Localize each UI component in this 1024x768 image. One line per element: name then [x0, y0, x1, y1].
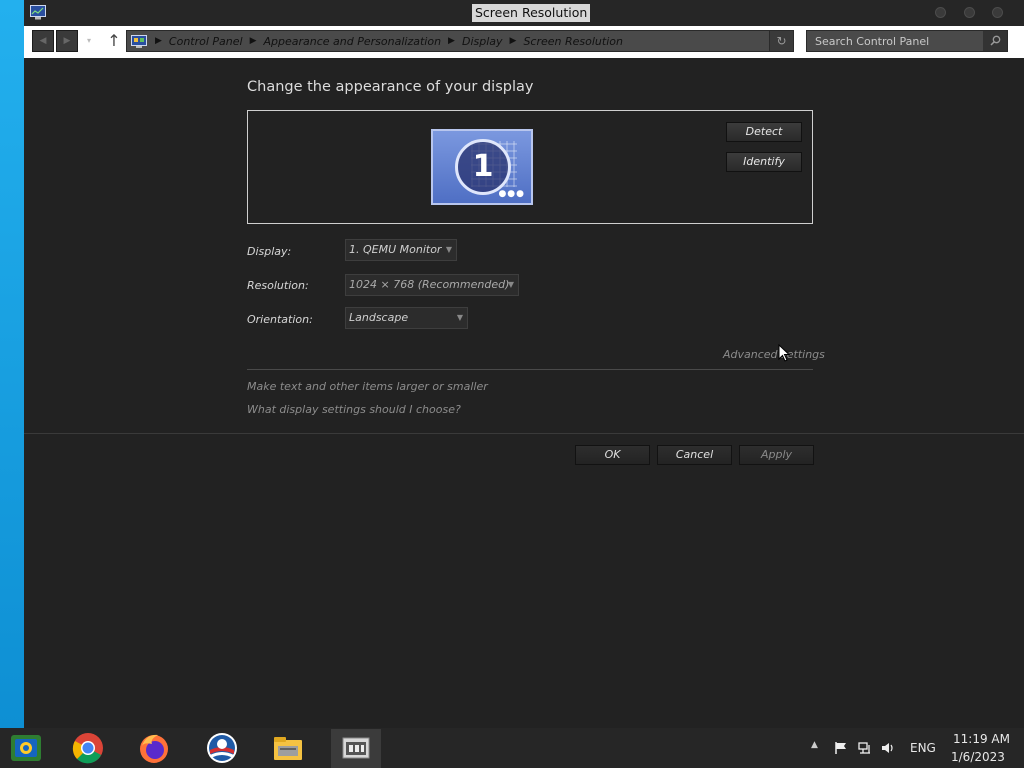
section-divider [247, 369, 813, 370]
orientation-select[interactable]: Landscape ▼ [345, 307, 468, 329]
window-title: Screen Resolution [472, 4, 591, 22]
breadcrumb-separator-icon: ▶ [249, 36, 257, 46]
display-label: Display: [247, 245, 292, 258]
breadcrumb-separator-icon: ▶ [509, 36, 517, 46]
search-input[interactable] [807, 31, 981, 51]
search-box [806, 30, 1008, 52]
resolution-select-value: 1024 × 768 (Recommended) [349, 278, 510, 291]
file-explorer-icon[interactable] [272, 732, 304, 764]
control-panel-icon [131, 34, 147, 48]
clock-date[interactable]: 1/6/2023 [951, 750, 1005, 764]
apply-button[interactable]: Apply [739, 445, 814, 465]
maximize-button[interactable] [964, 7, 975, 18]
resolution-select[interactable]: 1024 × 768 (Recommended) ▼ [345, 274, 519, 296]
navigation-bar: ◀ ▶ ▾ ↑ ▶ Control Panel ▶ Appearance and… [24, 26, 1024, 58]
minimize-button[interactable] [935, 7, 946, 18]
obama-icon[interactable] [206, 732, 238, 764]
desktop-background [0, 0, 24, 728]
chevron-down-icon: ▼ [456, 313, 463, 322]
refresh-button[interactable]: ↻ [769, 31, 793, 51]
search-button[interactable] [983, 31, 1007, 51]
address-bar[interactable]: ▶ Control Panel ▶ Appearance and Persona… [126, 30, 794, 52]
refresh-icon: ↻ [776, 34, 787, 48]
network-icon[interactable] [858, 741, 872, 755]
breadcrumb-screen-resolution[interactable]: Screen Resolution [523, 35, 623, 48]
screen-resolution-icon[interactable] [340, 732, 372, 764]
volume-icon[interactable] [881, 741, 895, 755]
display-select[interactable]: 1. QEMU Monitor ▼ [345, 239, 457, 261]
forward-button[interactable]: ▶ [56, 30, 78, 52]
chrome-icon[interactable] [72, 732, 104, 764]
breadcrumb-appearance[interactable]: Appearance and Personalization [264, 35, 442, 48]
back-arrow-icon: ◀ [39, 36, 47, 46]
breadcrumb-separator-icon: ▶ [448, 36, 455, 46]
breadcrumb-separator-icon: ▶ [155, 36, 162, 46]
forward-arrow-icon: ▶ [63, 36, 71, 46]
monitor-dots-icon: ●●● [498, 189, 525, 199]
display-select-value: 1. QEMU Monitor [349, 243, 442, 256]
clock-time[interactable]: 11:19 AM [953, 732, 1010, 746]
orientation-label: Orientation: [247, 313, 313, 326]
resolution-label: Resolution: [247, 279, 309, 292]
ok-button[interactable]: OK [575, 445, 650, 465]
breadcrumb-control-panel[interactable]: Control Panel [169, 35, 243, 48]
display-preview-panel: 1 ●●● Detect Identify [247, 110, 813, 224]
cancel-button[interactable]: Cancel [657, 445, 732, 465]
recent-locations-button[interactable]: ▾ [82, 30, 96, 52]
flag-icon[interactable] [834, 741, 848, 755]
chevron-down-icon: ▾ [86, 36, 91, 45]
screen-resolution-window: Screen Resolution ◀ ▶ ▾ ↑ ▶ Control Pane… [24, 0, 1024, 728]
text-size-link[interactable]: Make text and other items larger or smal… [247, 380, 488, 393]
search-icon [989, 35, 1000, 46]
display-settings-help-link[interactable]: What display settings should I choose? [247, 403, 461, 416]
language-indicator[interactable]: ENG [910, 741, 936, 755]
mouse-cursor-icon [778, 344, 790, 362]
identify-button[interactable]: Identify [726, 152, 802, 172]
monitor-number: 1 [472, 149, 494, 184]
detect-button[interactable]: Detect [726, 122, 802, 142]
back-button[interactable]: ◀ [32, 30, 54, 52]
taskbar: ▲ ENG 11:19 AM 1/6/2023 [0, 728, 1024, 768]
up-button[interactable]: ↑ [104, 29, 124, 53]
control-panel-icon[interactable] [10, 732, 42, 764]
monitor-icon [30, 5, 46, 20]
chevron-down-icon: ▼ [445, 245, 452, 254]
up-arrow-icon: ↑ [107, 31, 121, 50]
monitor-1-thumbnail[interactable]: 1 ●●● [431, 129, 533, 205]
chevron-down-icon: ▼ [507, 280, 514, 289]
advanced-settings-link[interactable]: Advanced settings [723, 348, 825, 361]
firefox-icon[interactable] [138, 732, 170, 764]
show-hidden-icons-button[interactable]: ▲ [811, 740, 818, 750]
footer-divider [24, 433, 1024, 434]
breadcrumb-display[interactable]: Display [462, 35, 503, 48]
title-bar[interactable]: Screen Resolution [24, 0, 1024, 26]
page-heading: Change the appearance of your display [247, 79, 534, 95]
orientation-select-value: Landscape [349, 311, 409, 324]
close-button[interactable] [992, 7, 1003, 18]
